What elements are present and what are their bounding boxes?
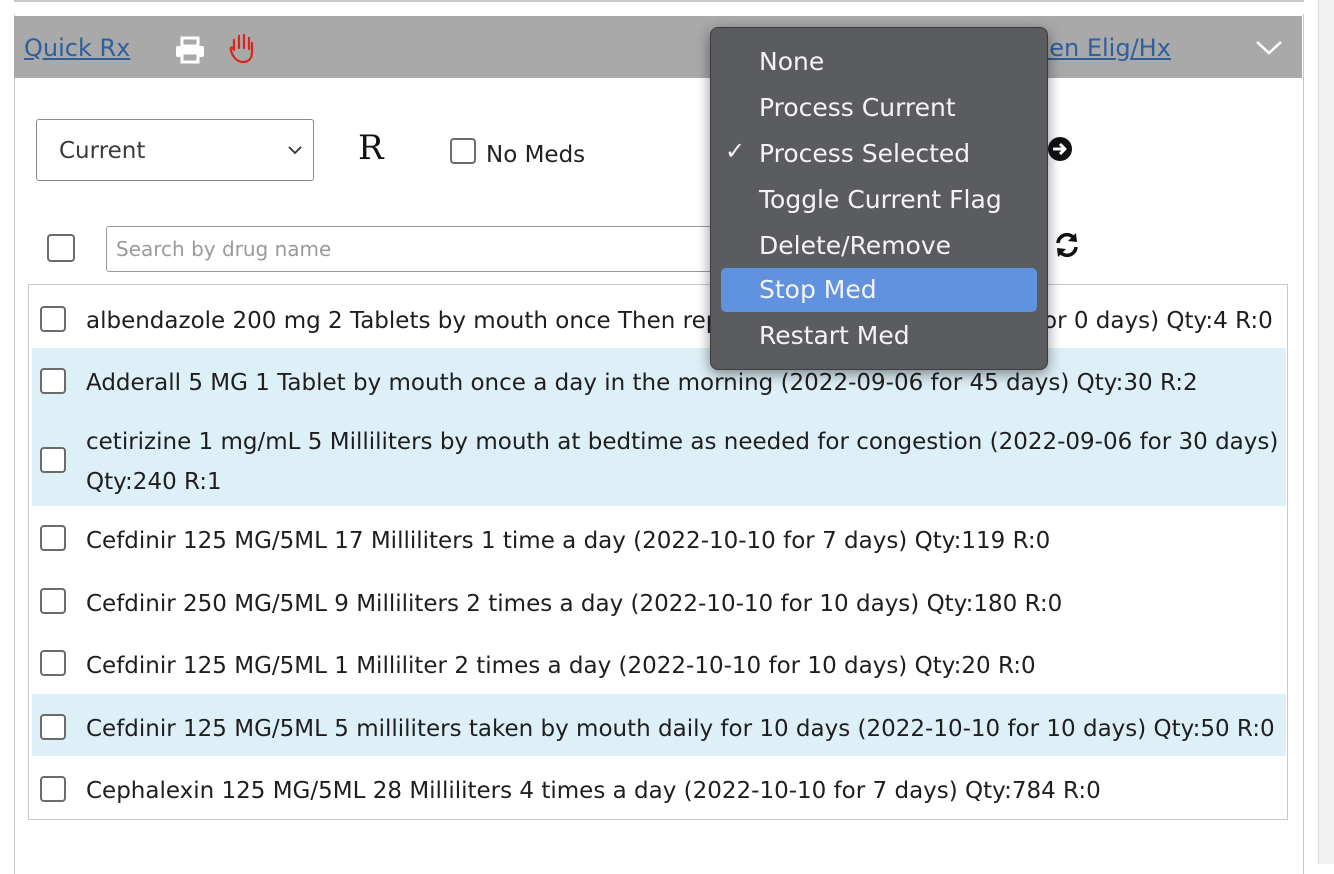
menu-item-process-current[interactable]: Process Current [721, 86, 1037, 130]
menu-item-label: Toggle Current Flag [759, 185, 1002, 214]
med-row-checkbox[interactable] [40, 368, 66, 394]
menu-item-label: Stop Med [759, 275, 877, 304]
med-row-text-line2: Qty:240 R:1 [86, 469, 222, 495]
go-arrow-icon[interactable] [1047, 136, 1073, 162]
quick-rx-link[interactable]: Quick Rx [24, 34, 130, 62]
med-row-checkbox[interactable] [40, 588, 66, 614]
refresh-icon[interactable] [1052, 230, 1082, 260]
med-row-checkbox[interactable] [40, 776, 66, 802]
menu-item-label: Delete/Remove [759, 231, 952, 260]
search-placeholder: Search by drug name [116, 237, 332, 261]
menu-item-none[interactable]: None [721, 40, 1037, 84]
collapse-chevron-icon[interactable] [1254, 38, 1284, 58]
menu-item-label: None [759, 47, 825, 76]
print-icon[interactable] [174, 36, 206, 64]
top-frame [0, 0, 1334, 14]
med-row-text: Cefdinir 125 MG/5ML 17 Milliliters 1 tim… [86, 528, 1051, 554]
menu-item-stop-med[interactable]: Stop Med [721, 268, 1037, 312]
menu-item-process-selected[interactable]: ✓ Process Selected [721, 132, 1037, 176]
med-row-checkbox[interactable] [40, 525, 66, 551]
med-row-checkbox[interactable] [40, 447, 66, 473]
no-meds-checkbox[interactable] [450, 138, 476, 164]
menu-item-restart-med[interactable]: Restart Med [721, 314, 1037, 358]
menu-item-label: Restart Med [759, 321, 910, 350]
checkmark-icon: ✓ [725, 137, 746, 165]
panel-header: Quick Rx pen Elig/Hx [14, 16, 1302, 78]
med-row-text-tail: or 0 days) Qty:4 R:0 [1043, 308, 1273, 334]
top-divider [14, 0, 1304, 2]
med-status-value: Current [59, 138, 146, 164]
med-row[interactable]: albendazole 200 mg 2 Tablets by mouth on… [32, 290, 1286, 348]
med-row[interactable]: Cefdinir 125 MG/5ML 5 milliliters taken … [32, 694, 1286, 756]
r-label[interactable]: R [358, 128, 384, 168]
menu-item-label: Process Selected [759, 139, 971, 168]
open-elig-hx-link[interactable]: pen Elig/Hx [1034, 34, 1171, 62]
no-meds-label: No Meds [486, 142, 586, 168]
menu-item-label: Process Current [759, 93, 956, 122]
menu-item-toggle-current-flag[interactable]: Toggle Current Flag [721, 178, 1037, 222]
med-row-text: Cefdinir 125 MG/5ML 5 milliliters taken … [86, 716, 1275, 742]
menu-item-delete-remove[interactable]: Delete/Remove [721, 224, 1037, 268]
med-row-checkbox[interactable] [40, 714, 66, 740]
med-row-text: Cephalexin 125 MG/5ML 28 Milliliters 4 t… [86, 778, 1101, 804]
med-row[interactable]: Cephalexin 125 MG/5ML 28 Milliliters 4 t… [32, 756, 1286, 818]
med-row-text: cetirizine 1 mg/mL 5 Milliliters by mout… [86, 429, 1279, 455]
med-row[interactable]: Cefdinir 250 MG/5ML 9 Milliliters 2 time… [32, 568, 1286, 632]
med-row-checkbox[interactable] [40, 306, 66, 332]
med-row[interactable]: Cefdinir 125 MG/5ML 17 Milliliters 1 tim… [32, 506, 1286, 568]
select-all-checkbox[interactable] [47, 234, 75, 262]
med-row[interactable]: cetirizine 1 mg/mL 5 Milliliters by mout… [32, 410, 1286, 506]
med-row-checkbox[interactable] [40, 650, 66, 676]
med-row[interactable]: Adderall 5 MG 1 Tablet by mouth once a d… [32, 348, 1286, 410]
med-row-text: albendazole 200 mg 2 Tablets by mouth on… [86, 308, 721, 334]
med-row-text: Cefdinir 250 MG/5ML 9 Milliliters 2 time… [86, 591, 1063, 617]
action-dropdown-menu: None Process Current ✓ Process Selected … [710, 27, 1048, 370]
med-row-text: Cefdinir 125 MG/5ML 1 Milliliter 2 times… [86, 653, 1036, 679]
med-row[interactable]: Cefdinir 125 MG/5ML 1 Milliliter 2 times… [32, 632, 1286, 694]
chevron-down-icon [288, 146, 302, 155]
hand-stop-icon[interactable] [228, 32, 256, 64]
window-edge [1318, 0, 1334, 864]
med-status-select[interactable]: Current [36, 119, 314, 181]
